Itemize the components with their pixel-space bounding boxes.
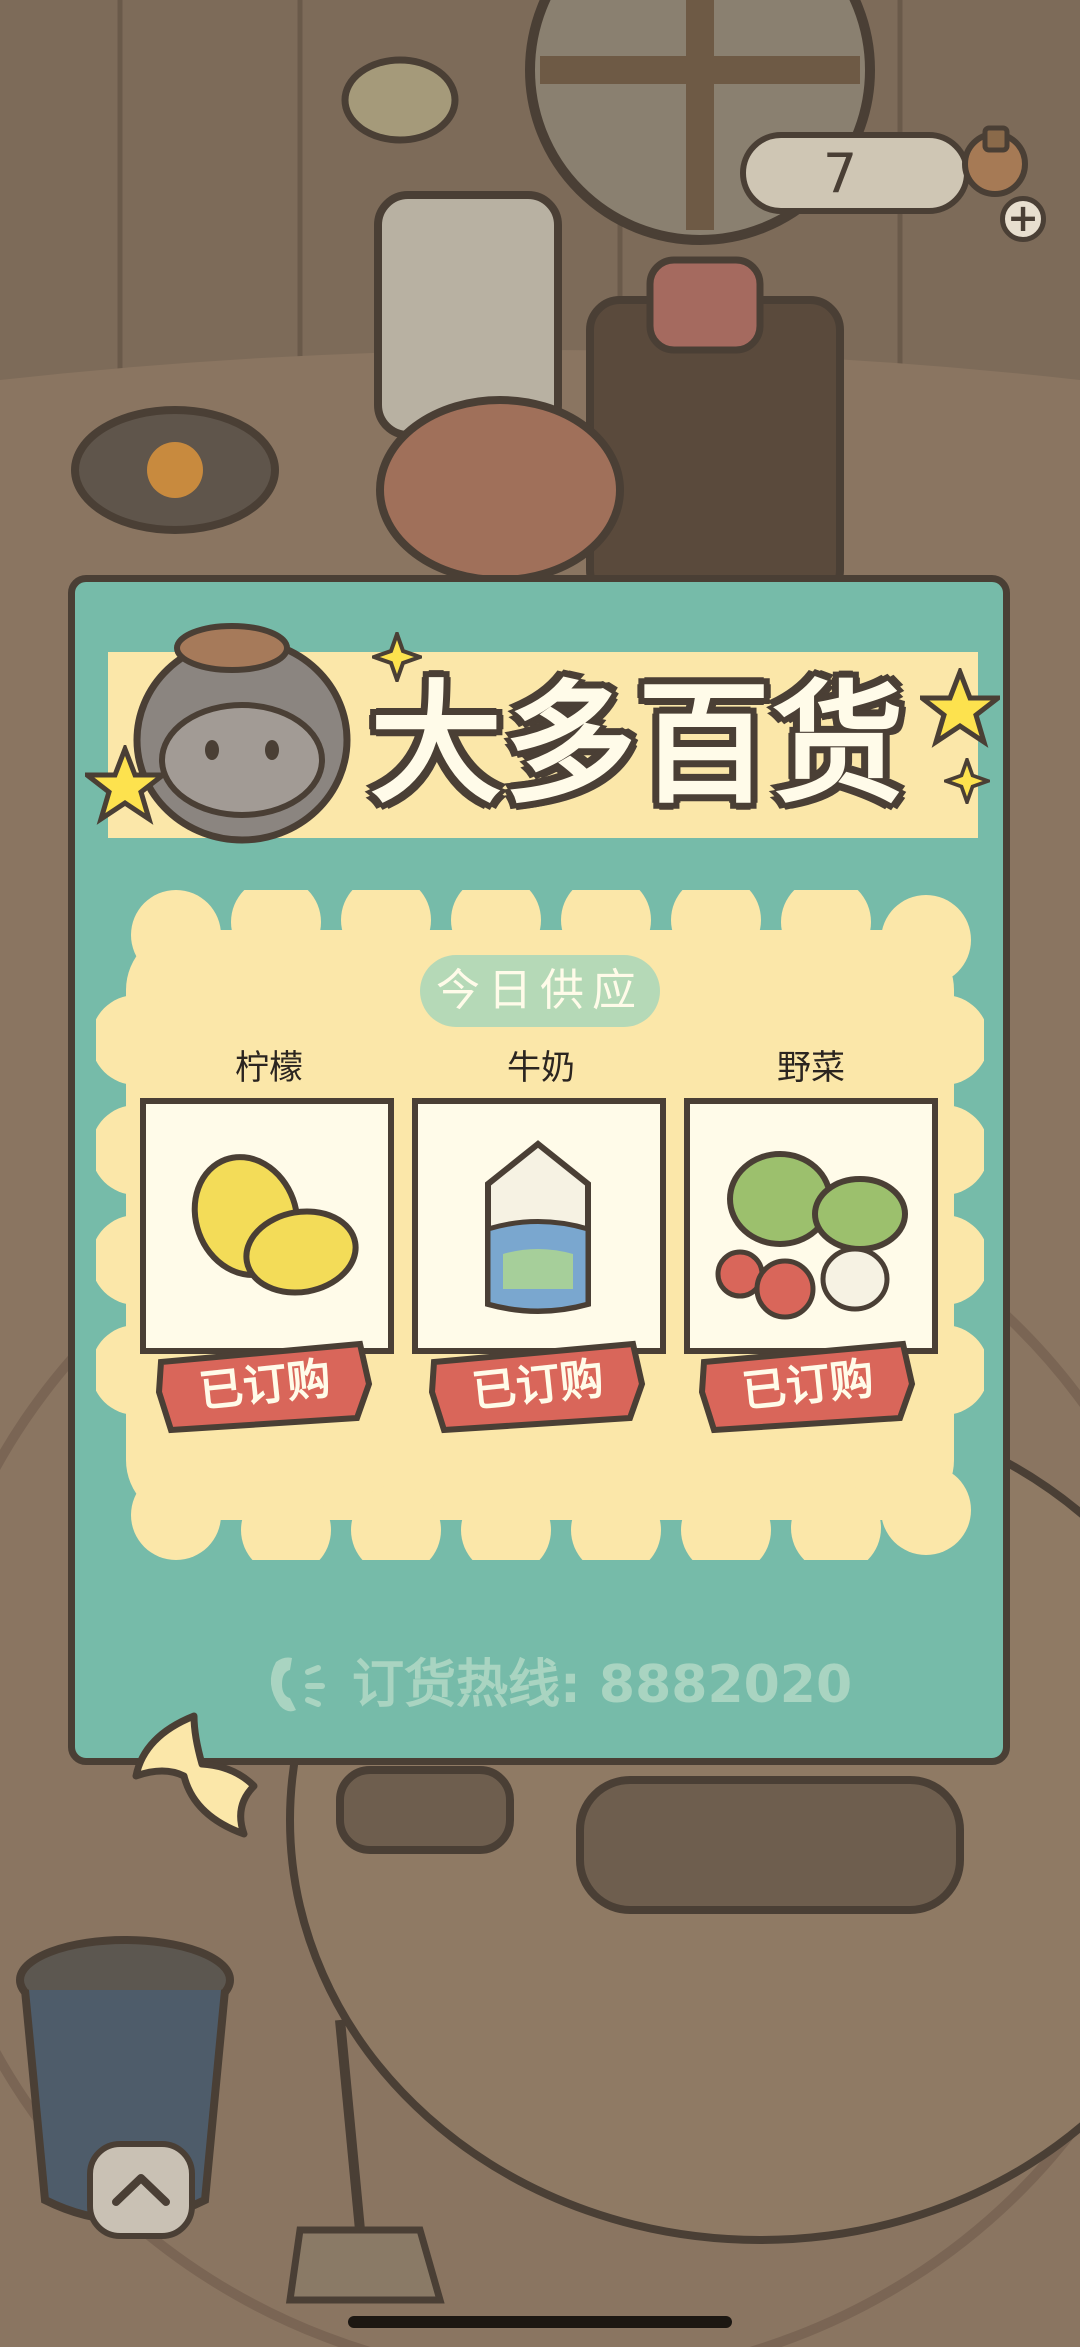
shop-title: 大多百货 — [370, 668, 906, 822]
milk-carton-icon — [485, 1140, 591, 1314]
star-icon — [920, 668, 1000, 748]
clover-count: 7 — [822, 142, 858, 205]
chevron-up-icon[interactable] — [86, 2140, 196, 2240]
ordered-badge-vegetables: 已订购 — [698, 1338, 918, 1434]
order-hotline[interactable]: 订货热线: 8882020 — [352, 1650, 952, 1720]
star-icon — [85, 745, 165, 825]
sparkle-icon — [944, 758, 990, 804]
ordered-badge-lemon: 已订购 — [155, 1338, 375, 1434]
clover-icon — [962, 125, 1028, 197]
supply-title: 今日供应 — [420, 955, 660, 1027]
ordered-badge-milk: 已订购 — [428, 1338, 648, 1434]
lemon-icon — [191, 1154, 359, 1296]
item-card-lemon[interactable] — [140, 1098, 394, 1354]
item-card-vegetables[interactable] — [684, 1098, 938, 1354]
home-indicator[interactable] — [348, 2316, 732, 2328]
item-card-milk[interactable] — [412, 1098, 666, 1354]
back-arrow-icon[interactable] — [124, 1706, 274, 1846]
clover-counter: 7 — [740, 132, 970, 214]
item-name-milk: 牛奶 — [507, 1048, 575, 1088]
add-clover-button[interactable]: + — [1000, 196, 1046, 242]
item-name-vegetables: 野菜 — [777, 1048, 845, 1088]
vegetables-icon — [715, 1151, 908, 1320]
item-name-lemon: 柠檬 — [235, 1048, 303, 1088]
